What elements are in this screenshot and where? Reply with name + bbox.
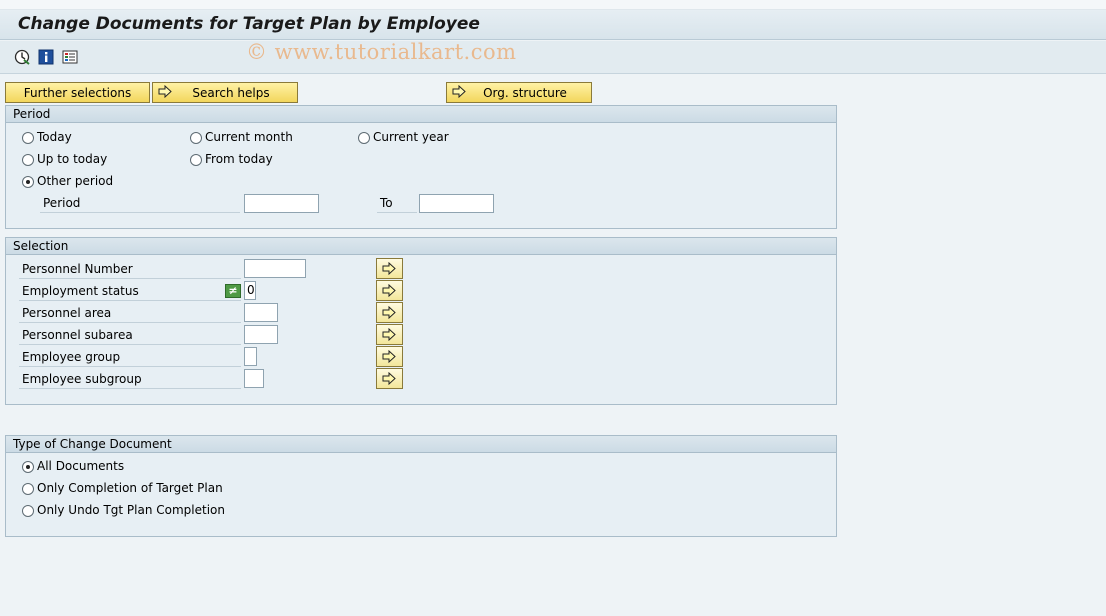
- personnel-subarea-input[interactable]: [244, 325, 278, 344]
- change-type-group-header: Type of Change Document: [6, 436, 836, 453]
- personnel-subarea-label: Personnel subarea: [19, 327, 241, 345]
- radio-other-period[interactable]: [22, 176, 34, 188]
- employment-status-multiselect-button[interactable]: [376, 280, 403, 301]
- label-from-today: From today: [205, 152, 273, 166]
- employment-status-label: Employment status: [19, 283, 241, 301]
- application-toolbar: [0, 41, 1106, 74]
- employee-subgroup-input[interactable]: [244, 369, 264, 388]
- arrow-right-icon: [382, 372, 396, 385]
- employment-status-input[interactable]: 0: [244, 281, 256, 300]
- employee-group-multiselect-button[interactable]: [376, 346, 403, 367]
- further-selections-button[interactable]: Further selections: [5, 82, 150, 103]
- further-selections-label: Further selections: [23, 85, 132, 100]
- org-structure-button[interactable]: Org. structure: [446, 82, 592, 103]
- radio-from-today[interactable]: [190, 154, 202, 166]
- search-helps-button[interactable]: Search helps: [152, 82, 298, 103]
- period-field-label: Period: [40, 195, 240, 213]
- org-structure-label: Org. structure: [483, 85, 567, 100]
- arrow-right-icon: [382, 306, 396, 319]
- top-strip: [0, 0, 1106, 10]
- personnel-subarea-multiselect-button[interactable]: [376, 324, 403, 345]
- employee-subgroup-label: Employee subgroup: [19, 371, 241, 389]
- arrow-right-icon: [382, 328, 396, 341]
- period-from-input[interactable]: [244, 194, 319, 213]
- label-current-year: Current year: [373, 130, 449, 144]
- variant-icon[interactable]: [62, 49, 78, 65]
- employee-subgroup-multiselect-button[interactable]: [376, 368, 403, 389]
- label-other-period: Other period: [37, 174, 114, 188]
- employee-group-label: Employee group: [19, 349, 241, 367]
- change-type-group: Type of Change Document All Documents On…: [5, 435, 837, 537]
- radio-today[interactable]: [22, 132, 34, 144]
- personnel-area-multiselect-button[interactable]: [376, 302, 403, 323]
- period-to-input[interactable]: [419, 194, 494, 213]
- label-up-to-today: Up to today: [37, 152, 108, 166]
- arrow-right-icon: [382, 262, 396, 275]
- radio-completion-target-plan[interactable]: [22, 483, 34, 495]
- personnel-number-label: Personnel Number: [19, 261, 241, 279]
- radio-up-to-today[interactable]: [22, 154, 34, 166]
- execute-icon[interactable]: [14, 49, 30, 65]
- title-bar: Change Documents for Target Plan by Empl…: [0, 10, 1106, 40]
- arrow-right-icon: [382, 284, 396, 297]
- period-group-header: Period: [6, 106, 836, 123]
- info-icon[interactable]: [38, 49, 54, 65]
- personnel-area-label: Personnel area: [19, 305, 241, 323]
- personnel-area-input[interactable]: [244, 303, 278, 322]
- label-all-documents: All Documents: [37, 459, 125, 473]
- exclude-option-icon[interactable]: ≠: [225, 284, 241, 298]
- personnel-number-multiselect-button[interactable]: [376, 258, 403, 279]
- page-title: Change Documents for Target Plan by Empl…: [18, 14, 480, 34]
- arrow-right-icon: [452, 85, 466, 98]
- watermark-text: © www.tutorialkart.com: [246, 40, 517, 64]
- selection-group: Selection Personnel Number Employment st…: [5, 237, 837, 405]
- label-undo-completion: Only Undo Tgt Plan Completion: [37, 503, 226, 517]
- arrow-right-icon: [382, 350, 396, 363]
- radio-all-documents[interactable]: [22, 461, 34, 473]
- empty-area: [0, 540, 1106, 616]
- selection-group-header: Selection: [6, 238, 836, 255]
- radio-current-month[interactable]: [190, 132, 202, 144]
- search-helps-label: Search helps: [192, 85, 270, 100]
- personnel-number-input[interactable]: [244, 259, 306, 278]
- label-today: Today: [37, 130, 72, 144]
- radio-current-year[interactable]: [358, 132, 370, 144]
- period-group: Period Today Current month Current year …: [5, 105, 837, 229]
- label-completion-target-plan: Only Completion of Target Plan: [37, 481, 223, 495]
- period-to-label: To: [377, 195, 417, 213]
- arrow-right-icon: [158, 85, 172, 98]
- employee-group-input[interactable]: [244, 347, 257, 366]
- label-current-month: Current month: [205, 130, 293, 144]
- radio-undo-completion[interactable]: [22, 505, 34, 517]
